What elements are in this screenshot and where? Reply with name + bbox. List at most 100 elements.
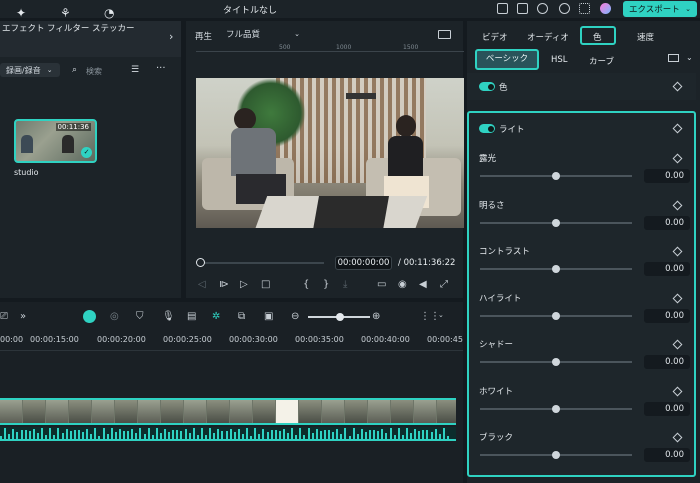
step-back-icon[interactable]: ⧐ bbox=[219, 279, 229, 290]
param-slider-handle[interactable] bbox=[552, 172, 560, 180]
subtab-hsl[interactable]: HSL bbox=[551, 55, 568, 65]
color-toggle[interactable] bbox=[479, 82, 495, 91]
param-value-field[interactable]: 0.00 bbox=[644, 262, 690, 276]
waveform-bar bbox=[24, 430, 27, 439]
mark-out-icon[interactable]: } bbox=[323, 279, 329, 290]
waveform-bar bbox=[311, 432, 314, 439]
folder-select[interactable]: 録画/録音 ⌄ bbox=[0, 63, 60, 77]
sticker-icon[interactable]: ◔ bbox=[104, 6, 114, 20]
time-tick-label: 00:00:20:00 bbox=[97, 335, 146, 344]
waveform-bar bbox=[303, 434, 306, 439]
waveform-bar bbox=[69, 431, 72, 439]
waveform-bar bbox=[274, 430, 277, 439]
prev-frame-icon[interactable]: ◁ bbox=[198, 279, 206, 290]
chevron-right-icon[interactable]: › bbox=[169, 30, 173, 43]
person-head bbox=[396, 115, 416, 137]
record-icon[interactable]: ⎚ bbox=[0, 311, 8, 322]
chevron-down-icon[interactable]: ⌄ bbox=[438, 311, 444, 319]
tab-color[interactable]: 色 bbox=[593, 31, 602, 43]
waveform-bar bbox=[315, 429, 318, 439]
snap-icon[interactable]: ✲ bbox=[212, 311, 220, 322]
quality-select[interactable]: フル品質 ⌄ bbox=[222, 27, 300, 41]
zoom-in-icon[interactable]: ⊕ bbox=[372, 311, 380, 322]
export-button[interactable]: エクスポート ⌄ bbox=[623, 1, 697, 17]
param-slider-handle[interactable] bbox=[552, 265, 560, 273]
subtitle-icon[interactable]: ▤ bbox=[187, 311, 196, 322]
laptop bbox=[313, 196, 389, 228]
current-timecode[interactable]: 00:00:00:00 bbox=[335, 256, 392, 270]
tab-audio[interactable]: オーディオ bbox=[527, 31, 569, 43]
marker-icon[interactable]: ⛉ bbox=[136, 311, 144, 322]
param-value-field[interactable]: 0.00 bbox=[644, 401, 690, 416]
param-slider-handle[interactable] bbox=[552, 358, 560, 366]
tab-video[interactable]: ビデオ bbox=[482, 31, 508, 43]
person-torso bbox=[231, 128, 276, 176]
crop-icon[interactable]: ▣ bbox=[264, 311, 273, 322]
tab-speed[interactable]: 速度 bbox=[637, 31, 654, 43]
stop-icon[interactable]: □ bbox=[261, 279, 270, 290]
video-clip-track[interactable] bbox=[0, 398, 456, 425]
param-value-field[interactable]: 0.00 bbox=[644, 308, 690, 323]
ai-smart-icon[interactable] bbox=[83, 310, 96, 323]
chevron-down-icon[interactable]: ⌄ bbox=[686, 53, 693, 62]
tab-effects[interactable]: エフェクト bbox=[2, 22, 45, 34]
search-input[interactable]: 検索 bbox=[86, 66, 102, 77]
apps-grid-icon[interactable] bbox=[579, 3, 590, 14]
param-slider-handle[interactable] bbox=[552, 404, 560, 413]
param-slider-handle[interactable] bbox=[552, 451, 560, 459]
microphone-icon[interactable]: 🎙 bbox=[162, 311, 175, 322]
cloud-icon[interactable] bbox=[537, 3, 548, 14]
waveform-bar bbox=[16, 432, 19, 439]
speed-icon[interactable]: ◎ bbox=[110, 311, 119, 322]
expand-icon[interactable]: » bbox=[20, 311, 26, 322]
clip-frame bbox=[0, 400, 22, 423]
param-slider-handle[interactable] bbox=[552, 311, 560, 320]
scrub-track[interactable] bbox=[198, 262, 324, 264]
avatar[interactable] bbox=[600, 3, 611, 14]
waveform-bar bbox=[61, 433, 64, 439]
fullscreen-icon[interactable]: ⤢ bbox=[440, 279, 448, 290]
sort-filter-icon[interactable]: ☰ bbox=[131, 65, 139, 75]
waveform-bar bbox=[295, 435, 298, 439]
save-icon[interactable] bbox=[517, 3, 528, 14]
compare-view-icon[interactable] bbox=[668, 54, 679, 62]
subtab-basic[interactable]: ベーシック bbox=[475, 49, 539, 70]
waveform-bar bbox=[430, 431, 433, 439]
waveform-bar bbox=[32, 429, 35, 439]
insert-icon[interactable]: ⤓ bbox=[343, 279, 347, 290]
param-value-field[interactable]: 0.00 bbox=[644, 355, 690, 369]
volume-icon[interactable]: ◀ bbox=[419, 279, 427, 290]
display-icon[interactable]: ▭ bbox=[377, 279, 386, 290]
waveform-bar bbox=[110, 428, 113, 439]
layout-icon[interactable]: ⧉ bbox=[238, 311, 245, 322]
snapshot-icon[interactable] bbox=[438, 30, 451, 39]
zoom-out-icon[interactable]: ⊖ bbox=[291, 311, 299, 322]
audio-waveform-track[interactable] bbox=[0, 427, 456, 441]
waveform-bar bbox=[364, 432, 367, 439]
param-slider-handle[interactable] bbox=[552, 218, 560, 227]
param-value-field[interactable]: 0.00 bbox=[644, 448, 690, 462]
media-clip[interactable]: 00:11:36 ✓ bbox=[14, 119, 97, 163]
video-preview[interactable] bbox=[196, 78, 464, 228]
waveform-bar bbox=[82, 431, 84, 439]
play-icon[interactable]: ▷ bbox=[240, 279, 248, 290]
light-toggle[interactable] bbox=[479, 124, 495, 133]
grid-icon[interactable]: ⋮⋮ bbox=[420, 311, 440, 322]
sparkle-icon[interactable]: ✦ bbox=[16, 6, 26, 20]
scrub-handle[interactable] bbox=[196, 258, 205, 267]
more-options-icon[interactable]: ··· bbox=[156, 63, 166, 74]
waveform-bar bbox=[176, 430, 179, 439]
headset-icon[interactable] bbox=[559, 3, 570, 14]
param-value-field[interactable]: 0.00 bbox=[644, 169, 690, 183]
layout-icon[interactable] bbox=[497, 3, 508, 14]
camera-icon[interactable]: ◉ bbox=[398, 279, 407, 290]
filter-icon[interactable]: ⚘ bbox=[60, 6, 71, 20]
tab-stickers[interactable]: ステッカー bbox=[92, 22, 135, 34]
subtab-curves[interactable]: カーブ bbox=[589, 55, 614, 67]
mark-in-icon[interactable]: { bbox=[303, 279, 309, 290]
waveform-bar bbox=[200, 428, 203, 439]
tab-filters[interactable]: フィルター bbox=[47, 22, 89, 34]
play-mode-label: 再生 bbox=[195, 32, 213, 42]
waveform-bar bbox=[336, 428, 339, 439]
param-value-field[interactable]: 0.00 bbox=[644, 215, 690, 230]
